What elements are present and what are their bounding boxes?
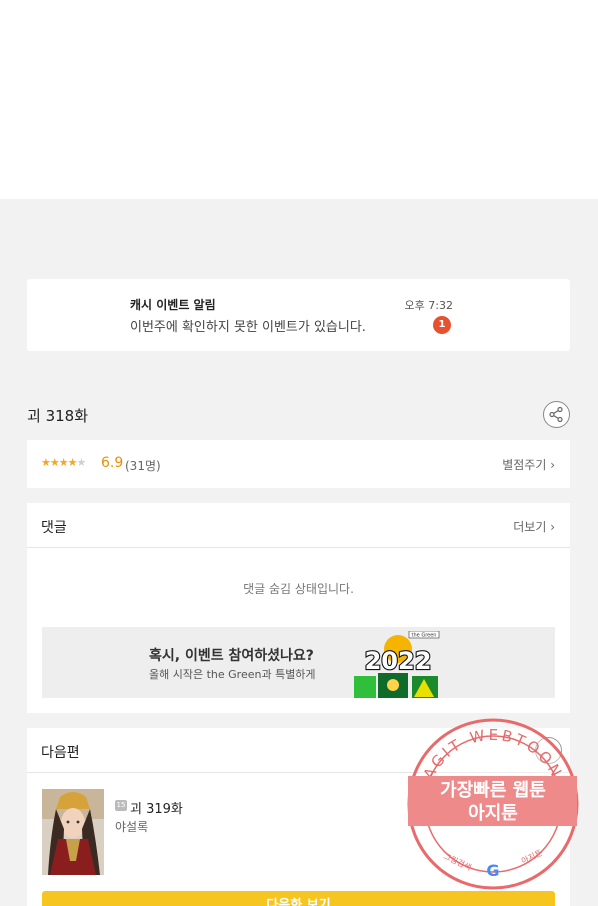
next-episode-button[interactable]: 다음화 보기 bbox=[42, 891, 555, 906]
event-image-tag: the Green bbox=[412, 633, 437, 639]
next-episode-header: 다음편 bbox=[27, 728, 570, 773]
star-icon: ★ bbox=[58, 456, 69, 469]
star-empty-icon: ★ bbox=[76, 456, 87, 469]
rating-count: (31명) bbox=[125, 459, 161, 473]
next-episode-thumbnail[interactable] bbox=[42, 789, 104, 875]
next-episode-section: 다음편 15 괴 319화 야설록 다음화 보기 bbox=[27, 728, 570, 906]
notification-time: 오후 7:32 bbox=[404, 299, 453, 312]
star-half-icon: ★ bbox=[67, 456, 78, 469]
notification-body: 이번주에 확인하지 못한 이벤트가 있습니다. bbox=[130, 320, 366, 335]
episode-title: 괴 318화 bbox=[27, 407, 88, 425]
comments-header: 댓글 더보기 › bbox=[27, 503, 570, 548]
top-blank-area bbox=[0, 0, 598, 199]
event-banner[interactable]: 혹시, 이벤트 참여하셨나요? 올해 시작은 the Green과 특별하게 t… bbox=[42, 627, 555, 698]
share-button[interactable] bbox=[543, 401, 570, 428]
next-episode-title[interactable]: 괴 319화 bbox=[130, 798, 183, 817]
event-banner-image: the Green 2022 bbox=[354, 631, 440, 698]
next-episode-expand-button[interactable] bbox=[535, 737, 562, 764]
star-rating: ★★★★★ bbox=[41, 456, 87, 469]
age-rating-badge: 15 bbox=[115, 800, 127, 811]
star-icon: ★ bbox=[49, 456, 60, 469]
notification-count-badge: 1 bbox=[433, 316, 451, 334]
comments-section: 댓글 더보기 › 댓글 숨김 상태입니다. 혹시, 이벤트 참여하셨나요? 올해… bbox=[27, 503, 570, 713]
star-icon: ★ bbox=[41, 456, 51, 469]
give-rating-link[interactable]: 별점주기 › bbox=[502, 456, 555, 473]
cash-event-notification[interactable]: 캐시 이벤트 알림 이번주에 확인하지 못한 이벤트가 있습니다. 오후 7:3… bbox=[27, 279, 570, 351]
event-image-year: 2022 bbox=[365, 647, 432, 675]
event-banner-title: 혹시, 이벤트 참여하셨나요? bbox=[149, 648, 314, 664]
rating-score: 6.9 bbox=[101, 455, 124, 471]
rating-bar: ★★★★★ 6.9 (31명) 별점주기 › bbox=[27, 440, 570, 488]
next-episode-section-title: 다음편 bbox=[41, 745, 80, 761]
notification-title: 캐시 이벤트 알림 bbox=[130, 298, 216, 312]
share-icon bbox=[549, 406, 563, 423]
next-episode-author: 야설록 bbox=[115, 820, 149, 834]
comments-more-link[interactable]: 더보기 › bbox=[513, 518, 555, 535]
event-banner-subtitle: 올해 시작은 the Green과 특별하게 bbox=[149, 668, 316, 681]
comments-title: 댓글 bbox=[41, 520, 67, 536]
comments-hidden-message: 댓글 숨김 상태입니다. bbox=[243, 582, 354, 596]
